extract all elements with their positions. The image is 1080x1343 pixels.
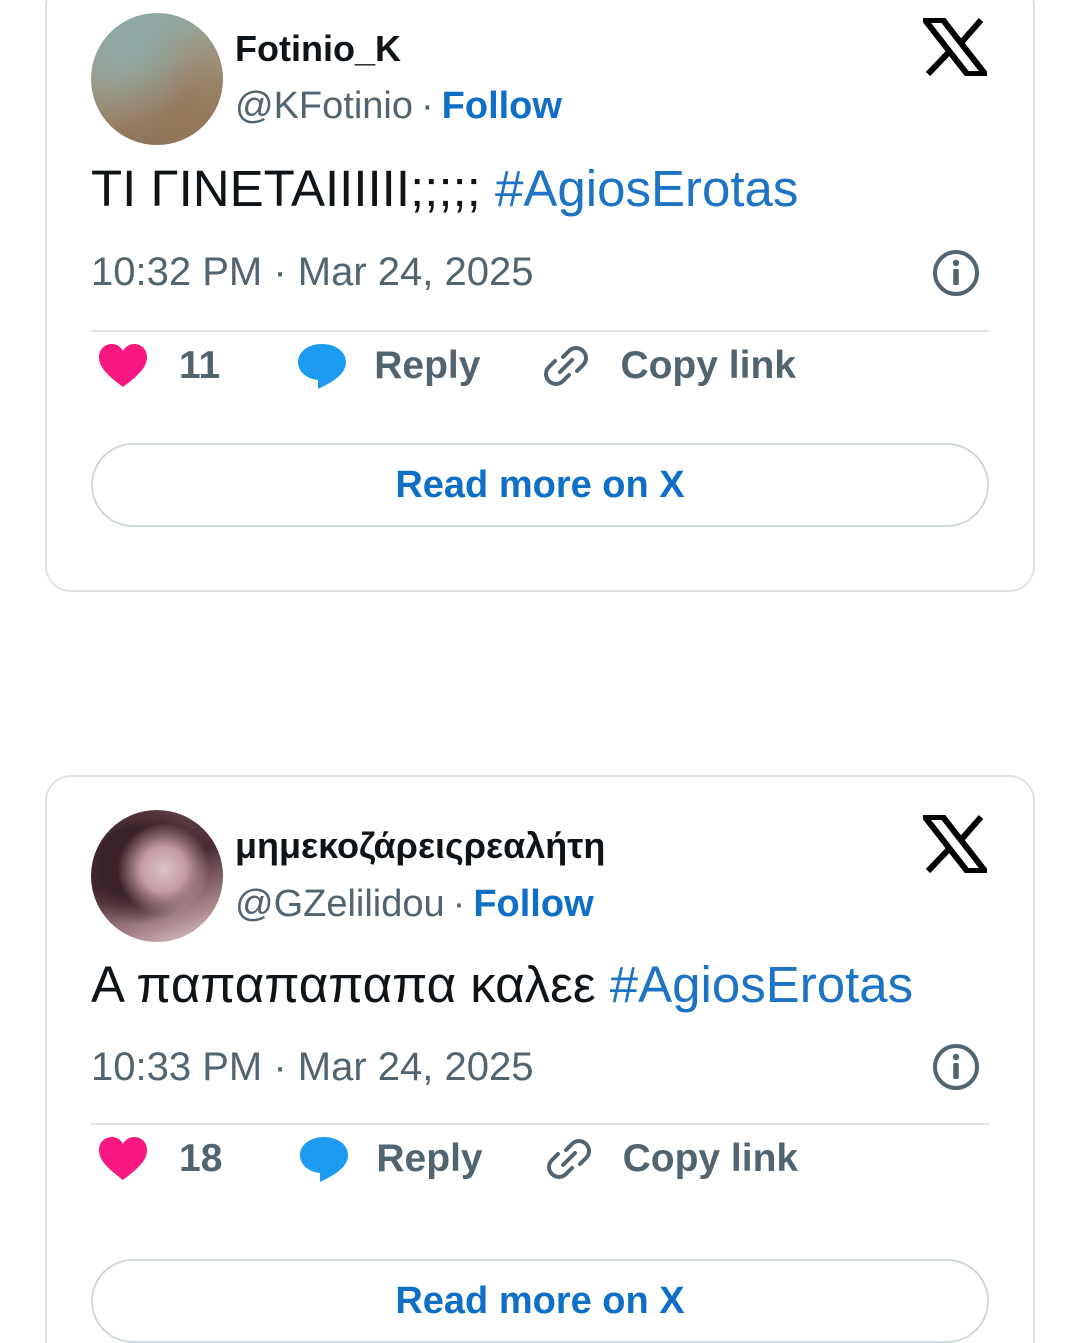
display-name[interactable]: μημεκοζάρειςρεαλήτη: [235, 825, 605, 867]
hashtag-link[interactable]: #AgiosErotas: [610, 956, 913, 1013]
handle-row: @KFotinio · Follow: [235, 85, 562, 128]
action-bar: 11 Reply Copy link: [97, 336, 796, 396]
avatar[interactable]: [91, 13, 223, 145]
embedded-posts-feed: Fotinio_K @KFotinio · Follow ΤΙ ΓΙΝΕΤΑΙΙΙΙ…: [0, 0, 1080, 1343]
handle[interactable]: @KFotinio: [235, 85, 413, 127]
link-icon: [546, 1139, 591, 1179]
like-count: 18: [179, 1137, 223, 1180]
follow-button[interactable]: Follow: [473, 883, 593, 925]
like-count: 11: [179, 344, 221, 387]
like-button[interactable]: 18: [97, 1136, 222, 1182]
x-logo-icon[interactable]: [923, 18, 987, 76]
copy-link-button[interactable]: Copy link: [545, 1135, 799, 1183]
action-bar: 18 Reply Copy link: [97, 1129, 798, 1189]
post-text: ΤΙ ΓΙΝΕΤΑΙΙΙΙΙΙ;;;;; #AgiosErotas: [91, 159, 798, 218]
copy-link-label: Copy link: [620, 344, 796, 387]
like-button[interactable]: 11: [97, 343, 220, 389]
divider: [91, 1123, 989, 1125]
post-timestamp[interactable]: 10:32 PM · Mar 24, 2025: [91, 250, 533, 295]
post-text: Α παπαπαπαπα καλεε #AgiosErotas: [91, 955, 913, 1014]
reply-button[interactable]: Reply: [298, 1135, 483, 1183]
separator: ·: [420, 85, 434, 127]
post-body: Α παπαπαπαπα καλεε: [91, 956, 596, 1013]
reply-label: Reply: [374, 344, 481, 387]
x-logo-icon[interactable]: [923, 815, 987, 873]
heart-icon: [99, 344, 147, 387]
copy-link-label: Copy link: [622, 1137, 799, 1180]
speech-bubble-icon: [298, 344, 347, 389]
heart-icon: [99, 1137, 147, 1180]
reply-button[interactable]: Reply: [296, 342, 480, 390]
follow-button[interactable]: Follow: [442, 85, 562, 127]
speech-bubble-icon: [300, 1137, 349, 1182]
handle[interactable]: @GZelilidou: [235, 883, 445, 925]
read-more-button[interactable]: Read more on X: [91, 443, 989, 527]
info-icon[interactable]: [931, 1042, 981, 1092]
info-icon[interactable]: [931, 248, 981, 298]
reply-label: Reply: [376, 1137, 483, 1180]
read-more-button[interactable]: Read more on X: [91, 1259, 989, 1343]
embedded-post-card: μημεκοζάρειςρεαλήτη @GZelilidou · Follow Α…: [45, 775, 1035, 1343]
hashtag-link[interactable]: #AgiosErotas: [495, 160, 798, 217]
embedded-post-card: Fotinio_K @KFotinio · Follow ΤΙ ΓΙΝΕΤΑΙΙΙΙ…: [45, 0, 1035, 592]
handle-row: @GZelilidou · Follow: [235, 883, 594, 926]
post-timestamp[interactable]: 10:33 PM · Mar 24, 2025: [91, 1045, 533, 1090]
post-body: ΤΙ ΓΙΝΕΤΑΙΙΙΙΙΙ;;;;;: [91, 160, 481, 217]
avatar[interactable]: [91, 810, 223, 942]
divider: [91, 330, 989, 332]
link-icon: [544, 346, 589, 386]
copy-link-button[interactable]: Copy link: [542, 342, 796, 390]
separator: ·: [452, 883, 466, 925]
display-name[interactable]: Fotinio_K: [235, 28, 401, 70]
